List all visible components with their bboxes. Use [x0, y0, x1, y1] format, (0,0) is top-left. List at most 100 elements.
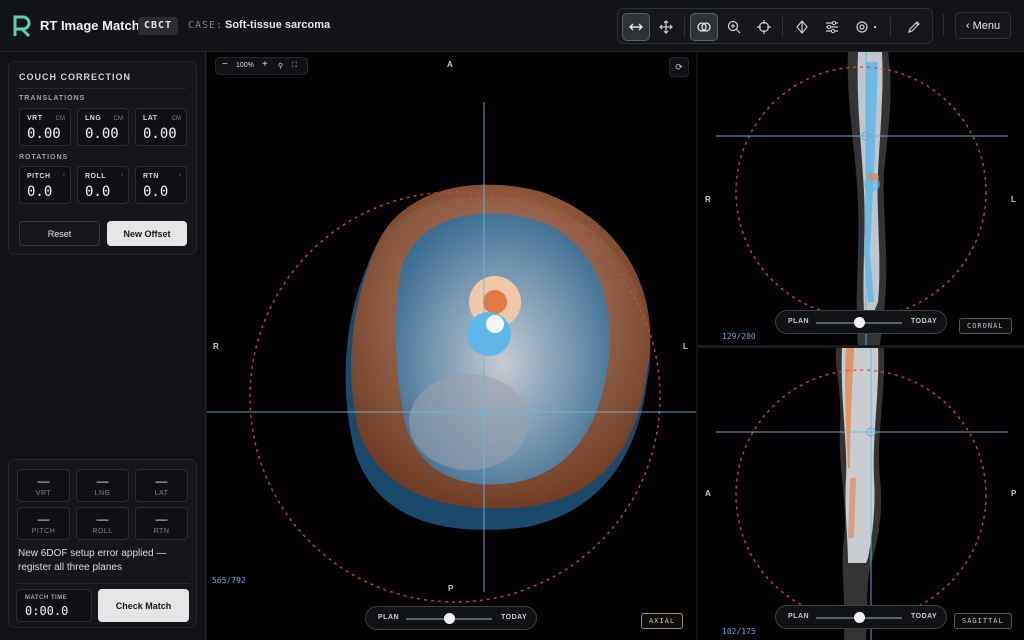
field-value: 0.00 [27, 126, 61, 142]
new-offset-button[interactable]: New Offset [107, 221, 187, 246]
coronal-viewport[interactable]: S R L 129/200 PLAN TODAY CORONAL [698, 52, 1024, 345]
header: RT Image Match CBCT CASE: Soft-tissue sa… [0, 0, 1024, 52]
field-label: LAT [143, 115, 158, 122]
stat-label: VRT [35, 490, 52, 497]
orientation-bottom: P [448, 584, 454, 593]
field-label: RTN [143, 173, 159, 180]
plane-label-axial[interactable]: AXIAL [641, 613, 684, 629]
sagittal-image [716, 348, 1008, 640]
match-time: MATCH TIME 0:00.0 [16, 589, 92, 622]
orientation-right: L [1011, 195, 1016, 204]
axial-viewport[interactable]: − 100% + ⚲ ⛶ ⟳ A P R L 565/792 PLAN TODA… [207, 52, 696, 640]
blend-right-label: TODAY [911, 318, 938, 325]
couch-correction-title: COUCH CORRECTION [19, 72, 131, 82]
rtn-field[interactable]: RTN ° 0.0 [135, 166, 187, 204]
divider [16, 583, 190, 584]
orientation-left: A [705, 489, 711, 498]
landmark-icon [796, 20, 808, 34]
move-tool[interactable] [652, 13, 680, 41]
menu-button[interactable]: ‹ Menu [955, 12, 1011, 39]
roll-field[interactable]: ROLL ° 0.0 [77, 166, 129, 204]
move-icon [659, 20, 673, 34]
fit-screen-icon[interactable]: ⛶ [292, 62, 297, 70]
field-unit: ° [120, 174, 123, 180]
zoom-tool[interactable] [720, 13, 748, 41]
lat-field[interactable]: LAT CM 0.00 [135, 108, 187, 146]
plane-label-coronal[interactable]: CORONAL [959, 318, 1012, 334]
stat-value: — [96, 474, 109, 488]
annotate-tool[interactable] [900, 13, 928, 41]
blend-knob[interactable] [853, 317, 865, 328]
toolbar-separator [684, 17, 685, 37]
blend-slider[interactable]: PLAN TODAY [775, 310, 947, 334]
field-unit: CM [55, 116, 65, 122]
stat-lng: — LNG [76, 469, 129, 502]
stat-lat: — LAT [135, 469, 188, 502]
field-value: 0.0 [143, 184, 169, 200]
match-time-label: MATCH TIME [25, 595, 68, 601]
rotations-label: ROTATIONS [19, 154, 69, 161]
blend-slider[interactable]: PLAN TODAY [365, 606, 537, 630]
orientation-left: R [705, 195, 711, 204]
field-value: 0.0 [85, 184, 111, 200]
field-value: 0.00 [143, 126, 177, 142]
stat-vrt: — VRT [17, 469, 70, 502]
orientation-right: P [1011, 489, 1017, 498]
orientation-top: S [858, 59, 864, 68]
blend-knob[interactable] [853, 612, 865, 623]
plane-label-sagittal[interactable]: SAGITTAL [954, 613, 1012, 629]
pencil-icon [908, 21, 920, 33]
search-icon[interactable]: ⚲ [278, 62, 283, 70]
stat-value: — [37, 512, 50, 526]
adjust-tool[interactable] [818, 13, 846, 41]
orientation-top: A [447, 60, 453, 69]
logo-icon [13, 15, 31, 38]
zoom-out-button[interactable]: − [222, 59, 228, 70]
crosshair-icon [757, 20, 771, 34]
sagittal-viewport[interactable]: A P 102/175 PLAN TODAY SAGITTAL [698, 348, 1024, 640]
slice-indicator: 129/200 [722, 332, 756, 341]
stat-rtn: — RTN [135, 507, 188, 540]
crosshair-tool[interactable] [750, 13, 778, 41]
translations-label: TRANSLATIONS [19, 95, 86, 102]
stat-value: — [96, 512, 109, 526]
overlay-circles-icon [697, 22, 711, 32]
blend-knob[interactable] [443, 613, 455, 624]
field-label: ROLL [85, 173, 107, 180]
modality-badge[interactable]: CBCT [138, 17, 179, 35]
pan-horizontal-tool[interactable] [622, 13, 650, 41]
field-unit: ° [62, 174, 65, 180]
toolbar-separator [782, 17, 783, 37]
header-separator [943, 14, 944, 36]
blend-slider[interactable]: PLAN TODAY [775, 605, 947, 629]
app-root: RT Image Match CBCT CASE: Soft-tissue sa… [0, 0, 1024, 640]
overlay-tool[interactable] [690, 13, 718, 41]
divider [19, 88, 186, 89]
stat-label: RTN [153, 528, 170, 535]
status-message: New 6DOF setup error applied — register … [18, 548, 167, 573]
field-value: 0.00 [85, 126, 119, 142]
orientation-left: R [213, 342, 219, 351]
stat-roll: — ROLL [76, 507, 129, 540]
arrows-horizontal-icon [629, 23, 643, 31]
reset-view-button[interactable]: ⟳ [669, 57, 689, 77]
slice-indicator: 102/175 [722, 627, 756, 636]
zoom-controls: − 100% + ⚲ ⛶ [215, 57, 308, 75]
lng-field[interactable]: LNG CM 0.00 [77, 108, 129, 146]
field-unit: CM [113, 116, 123, 122]
zoom-in-button[interactable]: + [262, 59, 268, 70]
check-match-button[interactable]: Check Match [98, 589, 189, 622]
field-value: 0.0 [27, 184, 53, 200]
blend-left-label: PLAN [378, 614, 400, 621]
landmark-tool[interactable] [788, 13, 816, 41]
more-tools[interactable] [868, 13, 882, 41]
field-unit: CM [171, 116, 181, 122]
stat-value: — [37, 474, 50, 488]
reset-button[interactable]: Reset [19, 221, 100, 246]
dot-icon [873, 25, 877, 29]
orientation-right: L [683, 342, 688, 351]
pitch-field[interactable]: PITCH ° 0.0 [19, 166, 71, 204]
stat-label: LAT [154, 490, 169, 497]
vrt-field[interactable]: VRT CM 0.00 [19, 108, 71, 146]
field-label: LNG [85, 115, 102, 122]
